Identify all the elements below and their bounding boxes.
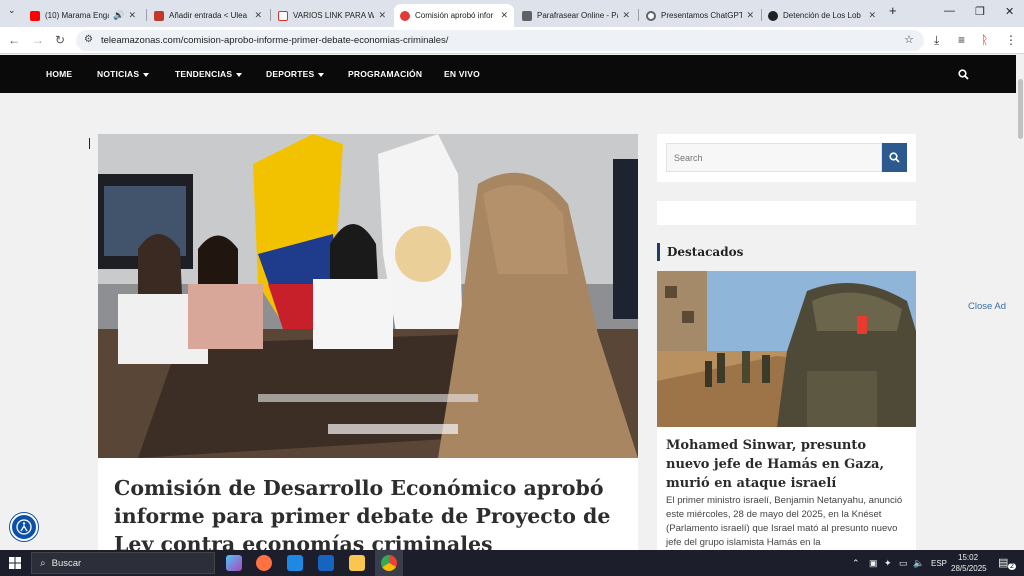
document-icon bbox=[522, 10, 532, 21]
url-text[interactable]: teleamazonas.com/comision-aprobo-informe… bbox=[101, 35, 448, 46]
accessibility-button[interactable] bbox=[10, 513, 38, 541]
windows-taskbar: ⌕ Buscar ⌃ ▣ ✦ ▭ 🔈 ESP 15:02 28/5/2025 ▤… bbox=[0, 550, 1024, 576]
tab-search-icon[interactable]: ⌄ bbox=[8, 5, 16, 16]
clock-time[interactable]: 15:02 bbox=[958, 553, 978, 562]
featured-article-card[interactable]: Mohamed Sinwar, presunto nuevo jefe de H… bbox=[657, 427, 916, 550]
forward-arrow-icon[interactable]: → bbox=[32, 33, 44, 47]
browser-tab-strip: ⌄ (10) Marama Enga 🔊 ✕ Añadir entrada < … bbox=[0, 0, 1024, 27]
reload-icon[interactable]: ↻ bbox=[55, 33, 65, 47]
tab-separator bbox=[146, 9, 147, 21]
tab-youtube[interactable]: (10) Marama Enga 🔊 ✕ bbox=[24, 4, 142, 27]
sidebar-search-widget bbox=[657, 134, 916, 182]
window-close-button[interactable]: ✕ bbox=[1005, 5, 1014, 18]
teleamazonas-icon bbox=[400, 10, 410, 21]
address-bar[interactable]: ⚙ teleamazonas.com/comision-aprobo-infor… bbox=[76, 30, 924, 51]
copilot-icon[interactable] bbox=[226, 555, 242, 571]
firefox-icon[interactable] bbox=[256, 555, 272, 571]
notification-icon[interactable]: ▤ bbox=[998, 556, 1008, 569]
scrollbar-thumb[interactable] bbox=[1018, 79, 1023, 139]
close-tab-icon[interactable]: ✕ bbox=[128, 10, 136, 21]
download-icon[interactable]: ⤓ bbox=[934, 33, 939, 48]
minimize-button[interactable]: — bbox=[944, 5, 955, 17]
accessibility-icon bbox=[16, 519, 32, 535]
search-button[interactable] bbox=[882, 143, 907, 172]
nav-en-vivo[interactable]: EN VIVO bbox=[444, 69, 480, 79]
tray-chevron-up-icon[interactable]: ⌃ bbox=[852, 558, 860, 569]
hero-photo bbox=[98, 134, 638, 458]
close-tab-icon[interactable]: ✕ bbox=[378, 10, 386, 21]
new-tab-button[interactable]: + bbox=[889, 3, 897, 18]
tab-parafrasear[interactable]: Parafrasear Online - Pa ✕ bbox=[516, 4, 636, 27]
section-title: Destacados bbox=[657, 243, 743, 261]
taskbar-search-box[interactable]: ⌕ Buscar bbox=[31, 552, 215, 574]
clock-date[interactable]: 28/5/2025 bbox=[951, 564, 987, 573]
tab-ulea[interactable]: Añadir entrada < Ulea ✕ bbox=[148, 4, 268, 27]
close-tab-icon[interactable]: ✕ bbox=[500, 10, 508, 21]
site-nav-bar: HOME NOTICIAS TENDENCIAS DEPORTES PROGRA… bbox=[0, 55, 1016, 93]
chatgpt-icon bbox=[768, 10, 778, 21]
back-arrow-icon[interactable]: ← bbox=[8, 33, 20, 47]
tab-deteccion[interactable]: Detención de Los Lob ✕ bbox=[762, 4, 882, 27]
close-tab-icon[interactable]: ✕ bbox=[868, 10, 876, 21]
menu-kebab-icon[interactable]: ⋮ bbox=[1005, 33, 1017, 47]
nav-deportes[interactable]: DEPORTES bbox=[266, 69, 325, 79]
restore-button[interactable]: ❐ bbox=[975, 5, 985, 18]
tab-separator bbox=[638, 9, 639, 21]
file-explorer-icon[interactable] bbox=[349, 555, 365, 571]
gmail-icon bbox=[278, 10, 288, 21]
search-icon: ⌕ bbox=[40, 557, 46, 569]
featured-photo bbox=[657, 271, 916, 427]
tray-app-icon[interactable]: ✦ bbox=[884, 558, 892, 569]
speaker-icon[interactable]: 🔊 bbox=[113, 10, 124, 21]
volume-icon[interactable]: 🔈 bbox=[913, 558, 924, 569]
windows-start-icon[interactable] bbox=[9, 557, 21, 569]
search-icon bbox=[889, 152, 900, 163]
tab-active-article[interactable]: Comisión aprobó infor ✕ bbox=[394, 4, 514, 27]
network-icon[interactable]: ▭ bbox=[899, 558, 908, 569]
youtube-icon bbox=[30, 10, 40, 21]
search-input[interactable] bbox=[666, 143, 882, 172]
browser-toolbar: ← → ↻ ⚙ teleamazonas.com/comision-aprobo… bbox=[0, 27, 1024, 54]
chevron-down-icon bbox=[143, 72, 150, 77]
tray-app-icon[interactable]: ▣ bbox=[869, 558, 878, 569]
reading-list-icon[interactable]: ≡ bbox=[958, 33, 965, 47]
tab-separator bbox=[270, 9, 271, 21]
tab-gmail[interactable]: VARIOS LINK PARA W ✕ bbox=[272, 4, 392, 27]
featured-article-excerpt: El primer ministro israelí, Benjamin Net… bbox=[666, 495, 903, 548]
nav-noticias[interactable]: NOTICIAS bbox=[97, 69, 150, 79]
page-scrollbar[interactable] bbox=[1016, 55, 1024, 550]
language-indicator[interactable]: ESP bbox=[931, 559, 947, 568]
close-tab-icon[interactable]: ✕ bbox=[254, 10, 262, 21]
close-ad-link[interactable]: Close Ad bbox=[968, 301, 1006, 312]
article-hero-image bbox=[98, 134, 638, 458]
notification-badge: 2 bbox=[1008, 563, 1016, 570]
bookmark-star-icon[interactable]: ☆ bbox=[904, 33, 914, 46]
search-icon[interactable] bbox=[958, 69, 969, 80]
nav-home[interactable]: HOME bbox=[46, 69, 72, 79]
article-headline: Comisión de Desarrollo Económico aprobó … bbox=[114, 476, 611, 556]
featured-article-title[interactable]: Mohamed Sinwar, presunto nuevo jefe de H… bbox=[666, 436, 910, 493]
close-tab-icon[interactable]: ✕ bbox=[622, 10, 630, 21]
ulea-icon bbox=[154, 10, 164, 21]
chevron-down-icon bbox=[236, 72, 243, 77]
photos-icon[interactable] bbox=[287, 555, 303, 571]
sidebar-empty-widget bbox=[657, 201, 916, 225]
extension-icon[interactable]: ᚱ bbox=[981, 33, 988, 47]
chrome-icon[interactable] bbox=[381, 555, 397, 571]
close-tab-icon[interactable]: ✕ bbox=[746, 10, 754, 21]
chevron-down-icon bbox=[318, 72, 325, 77]
site-info-icon[interactable]: ⚙ bbox=[84, 34, 93, 45]
word-icon[interactable] bbox=[318, 555, 334, 571]
nav-tendencias[interactable]: TENDENCIAS bbox=[175, 69, 243, 79]
featured-article-image[interactable] bbox=[657, 271, 916, 427]
nav-programacion[interactable]: PROGRAMACIÓN bbox=[348, 69, 422, 79]
text-cursor bbox=[89, 138, 90, 149]
article-headline-card: Comisión de Desarrollo Económico aprobó … bbox=[98, 458, 638, 556]
tab-chatgpt[interactable]: Presentamos ChatGPT ✕ bbox=[640, 4, 760, 27]
chatgpt-icon bbox=[646, 10, 656, 21]
